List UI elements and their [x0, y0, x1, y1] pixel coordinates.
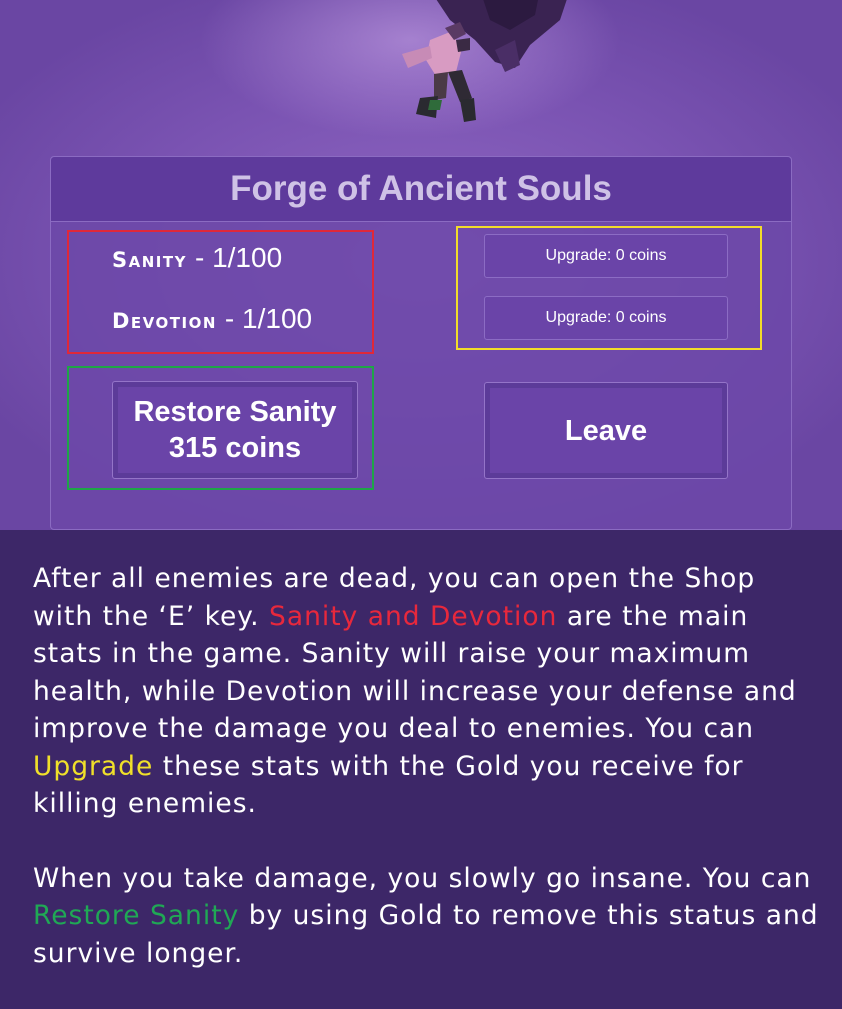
restore-sanity-label: Restore Sanity — [133, 396, 337, 428]
sanity-value: 1/100 — [212, 242, 283, 273]
sanity-devotion-highlight: Sanity and Devotion — [269, 600, 558, 632]
devotion-stat-value: - 1/100 — [225, 303, 312, 335]
shop-title: Forge of Ancient Souls — [230, 169, 612, 208]
devotion-stat: Devotion - 1/100 — [112, 303, 312, 335]
devotion-separator: - — [224, 303, 235, 334]
devotion-stat-name: Devotion — [112, 309, 217, 333]
upgrade-sanity-button[interactable]: Upgrade: 0 coins — [484, 234, 728, 278]
player-character — [402, 22, 476, 122]
sanity-stat-value: - 1/100 — [195, 242, 282, 274]
upgrade-devotion-button[interactable]: Upgrade: 0 coins — [484, 296, 728, 340]
upgrade-highlight: Upgrade — [33, 750, 154, 782]
description-paragraph-2: When you take damage, you slowly go insa… — [33, 860, 823, 973]
sanity-stat: Sanity - 1/100 — [112, 242, 282, 274]
restore-sanity-button[interactable]: Restore Sanity 315 coins — [112, 381, 358, 479]
sanity-stat-name: Sanity — [112, 248, 187, 272]
sanity-separator: - — [194, 242, 205, 273]
restore-sanity-highlight: Restore Sanity — [33, 900, 240, 931]
leave-button[interactable]: Leave — [484, 382, 728, 479]
desc-text: When you take damage, you slowly go insa… — [33, 862, 812, 894]
description-paragraph-1: After all enemies are dead, you can open… — [33, 560, 823, 823]
restore-sanity-cost: 315 coins — [168, 432, 302, 464]
devotion-value: 1/100 — [242, 303, 313, 334]
tutorial-description: After all enemies are dead, you can open… — [33, 560, 823, 1009]
panel-header: Forge of Ancient Souls — [51, 157, 791, 222]
